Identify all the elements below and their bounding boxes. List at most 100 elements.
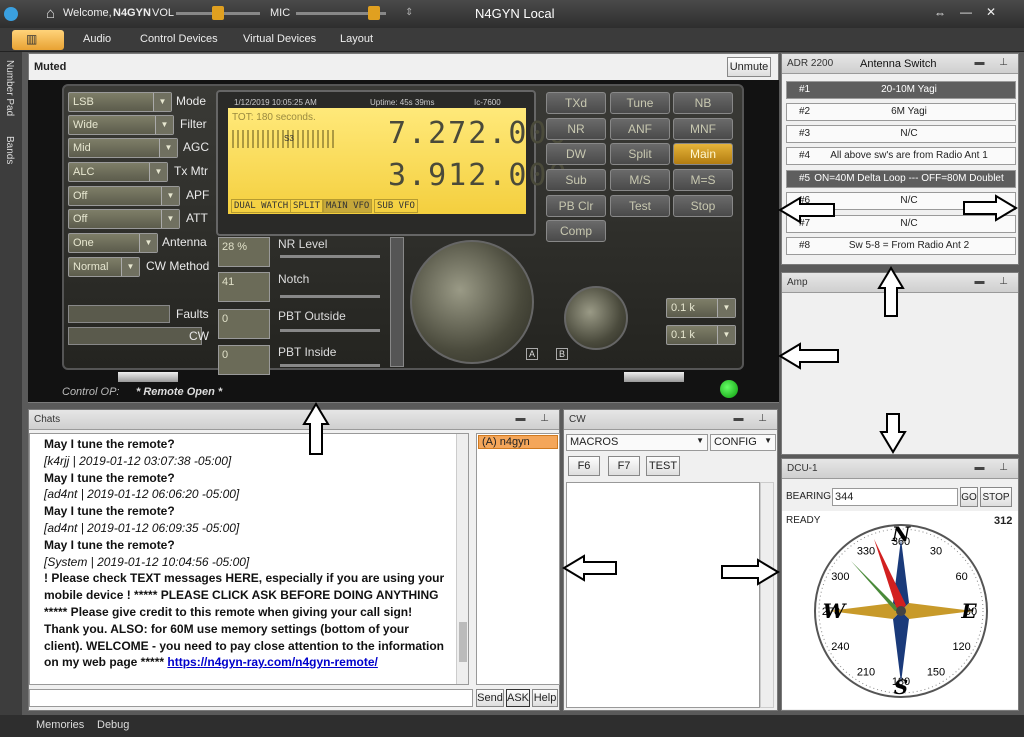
pin-icon[interactable]: ▬ ⊥ — [734, 413, 774, 424]
unmute-button[interactable]: Unmute — [727, 57, 771, 77]
anf-button[interactable]: ANF — [610, 118, 670, 140]
chat-log: May I tune the remote? [k4rjj | 2019-01-1… — [29, 433, 469, 685]
cw-scrollbar[interactable] — [760, 482, 774, 708]
send-button[interactable]: Send — [476, 689, 504, 707]
filter-combo[interactable]: Wide ▼ — [68, 115, 174, 135]
go-button[interactable]: GO — [960, 487, 978, 507]
display-uptime: Uptime: 45s 39ms — [370, 98, 435, 107]
txd-button[interactable]: TXd — [546, 92, 606, 114]
config-value: CONFIG — [714, 436, 757, 448]
split-indicator[interactable]: SPLIT — [290, 199, 324, 213]
cw-text-area[interactable] — [566, 482, 760, 708]
cw-field[interactable] — [68, 327, 202, 345]
sub-tuning-knob[interactable] — [564, 286, 628, 350]
antenna-switch-row[interactable]: #2 6M Yagi — [786, 103, 1016, 121]
notch-slider[interactable] — [280, 295, 380, 298]
nr-button[interactable]: NR — [546, 118, 606, 140]
sub-vfo-indicator[interactable]: SUB VFO — [374, 199, 418, 213]
main-vfo-indicator[interactable]: MAIN VFO — [323, 199, 373, 213]
bearing-input[interactable]: 344 — [832, 488, 958, 506]
comp-button[interactable]: Comp — [546, 220, 606, 242]
antenna-row-number: #6 — [799, 195, 811, 206]
split-button[interactable]: Split — [610, 143, 670, 165]
dw-button[interactable]: DW — [546, 143, 606, 165]
menu-virtual-devices[interactable]: Virtual Devices — [243, 33, 316, 45]
ask-button[interactable]: ASK — [506, 689, 530, 707]
chats-panel: Chats ▬ ⊥ May I tune the remote? [k4rjj | … — [28, 409, 560, 711]
f7-button[interactable]: F7 — [608, 456, 640, 476]
nr-level-slider[interactable] — [280, 255, 380, 258]
txmtr-combo[interactable]: ALC ▼ — [68, 162, 168, 182]
m-equals-s-button[interactable]: M=S — [673, 169, 733, 191]
stop-rotator-button[interactable]: STOP — [980, 487, 1012, 507]
filter-width-combo-1[interactable]: 0.1 k ▼ — [666, 298, 736, 318]
antenna-row-name: All above sw's are from Radio Ant 1 — [830, 150, 988, 161]
filter-width-combo-2[interactable]: 0.1 k ▼ — [666, 325, 736, 345]
f6-button[interactable]: F6 — [568, 456, 600, 476]
cw-method-combo[interactable]: Normal ▼ — [68, 257, 140, 277]
main-button[interactable]: Main — [673, 143, 733, 165]
stop-button[interactable]: Stop — [673, 195, 733, 217]
antenna-row-number: #5 — [799, 173, 811, 184]
antenna-switch-row[interactable]: #1 20-10M Yagi — [786, 81, 1016, 99]
tab-bands[interactable]: Bands — [4, 136, 15, 164]
slider-scrollbar[interactable] — [390, 237, 404, 367]
mic-slider-thumb[interactable] — [368, 6, 380, 20]
dual-watch-indicator[interactable]: DUAL WATCH — [231, 199, 292, 213]
menu-audio[interactable]: Audio — [83, 33, 111, 45]
test-cw-button[interactable]: TEST — [646, 456, 680, 476]
compass-rose[interactable]: 360306090120150180210240270300330 N E S … — [806, 519, 996, 703]
pbt-outside-slider[interactable] — [280, 329, 380, 332]
att-combo[interactable]: Off ▼ — [68, 209, 180, 229]
antenna-combo[interactable]: One ▼ — [68, 233, 158, 253]
antenna-switch-row[interactable]: #5 ON=40M Delta Loop --- OFF=80M Doublet — [786, 170, 1016, 188]
antenna-switch-row[interactable]: #6 N/C — [786, 192, 1016, 210]
ms-button[interactable]: M/S — [610, 169, 670, 191]
antenna-switch-row[interactable]: #3 N/C — [786, 125, 1016, 143]
pin-icon[interactable]: ▬ ⊥ — [975, 57, 1015, 68]
menu-control-devices[interactable]: Control Devices — [140, 33, 218, 45]
vfo-sub-frequency[interactable]: 3.912.000 — [388, 158, 569, 193]
tune-button[interactable]: Tune — [610, 92, 670, 114]
user-list: (A) n4gyn — [476, 433, 560, 685]
debug-tab[interactable]: Debug — [97, 719, 129, 731]
antenna-switch-row[interactable]: #8 Sw 5-8 = From Radio Ant 2 — [786, 237, 1016, 255]
pin-icon[interactable]: ▬ ⊥ — [975, 462, 1015, 473]
antenna-switch-row[interactable]: #7 N/C — [786, 215, 1016, 233]
mnf-button[interactable]: MNF — [673, 118, 733, 140]
sub-button[interactable]: Sub — [546, 169, 606, 191]
macros-dropdown[interactable]: MACROS ▼ — [566, 434, 708, 451]
memories-tab[interactable]: Memories — [36, 719, 84, 731]
pin-icon[interactable]: ▬ ⊥ — [975, 276, 1015, 287]
agc-combo[interactable]: Mid ▼ — [68, 138, 178, 158]
main-tuning-knob[interactable] — [410, 240, 534, 364]
chat-scrollbar[interactable] — [456, 434, 468, 684]
test-button[interactable]: Test — [610, 195, 670, 217]
pb-clr-button[interactable]: PB Clr — [546, 195, 606, 217]
vol-slider[interactable] — [176, 6, 260, 20]
chat-line: [ad4nt | 2019-01-12 06:06:20 -05:00] — [44, 487, 240, 502]
antenna-switch-row[interactable]: #4 All above sw's are from Radio Ant 1 — [786, 147, 1016, 165]
vfo-main-frequency[interactable]: 7.272.000 — [388, 116, 569, 151]
user-item[interactable]: (A) n4gyn — [478, 435, 558, 449]
mic-slider[interactable] — [296, 6, 386, 20]
tab-number-pad[interactable]: Number Pad — [4, 60, 15, 116]
apf-combo[interactable]: Off ▼ — [68, 186, 180, 206]
web-page-link[interactable]: https://n4gyn-ray.com/n4gyn-remote/ — [167, 655, 377, 669]
menu-layout[interactable]: Layout — [340, 33, 373, 45]
config-dropdown[interactable]: CONFIG ▼ — [710, 434, 776, 451]
layout-toggle-button[interactable]: ▥ — [12, 30, 64, 50]
chat-scrollbar-thumb[interactable] — [459, 622, 467, 662]
chat-input[interactable] — [29, 689, 473, 707]
mode-combo[interactable]: LSB ▼ — [68, 92, 172, 112]
pin-icon[interactable]: ▬ ⊥ — [516, 413, 556, 424]
help-button[interactable]: Help — [532, 689, 558, 707]
pbt-inside-slider[interactable] — [280, 364, 380, 367]
nb-button[interactable]: NB — [673, 92, 733, 114]
vol-slider-thumb[interactable] — [212, 6, 224, 20]
restore-icon[interactable]: ⇔ — [934, 6, 946, 20]
close-icon[interactable]: ✕ — [986, 5, 996, 19]
minimize-icon[interactable]: — — [960, 5, 972, 19]
dropdown-icon[interactable]: ⇕ — [405, 7, 413, 18]
home-icon[interactable]: ⌂ — [46, 5, 55, 22]
